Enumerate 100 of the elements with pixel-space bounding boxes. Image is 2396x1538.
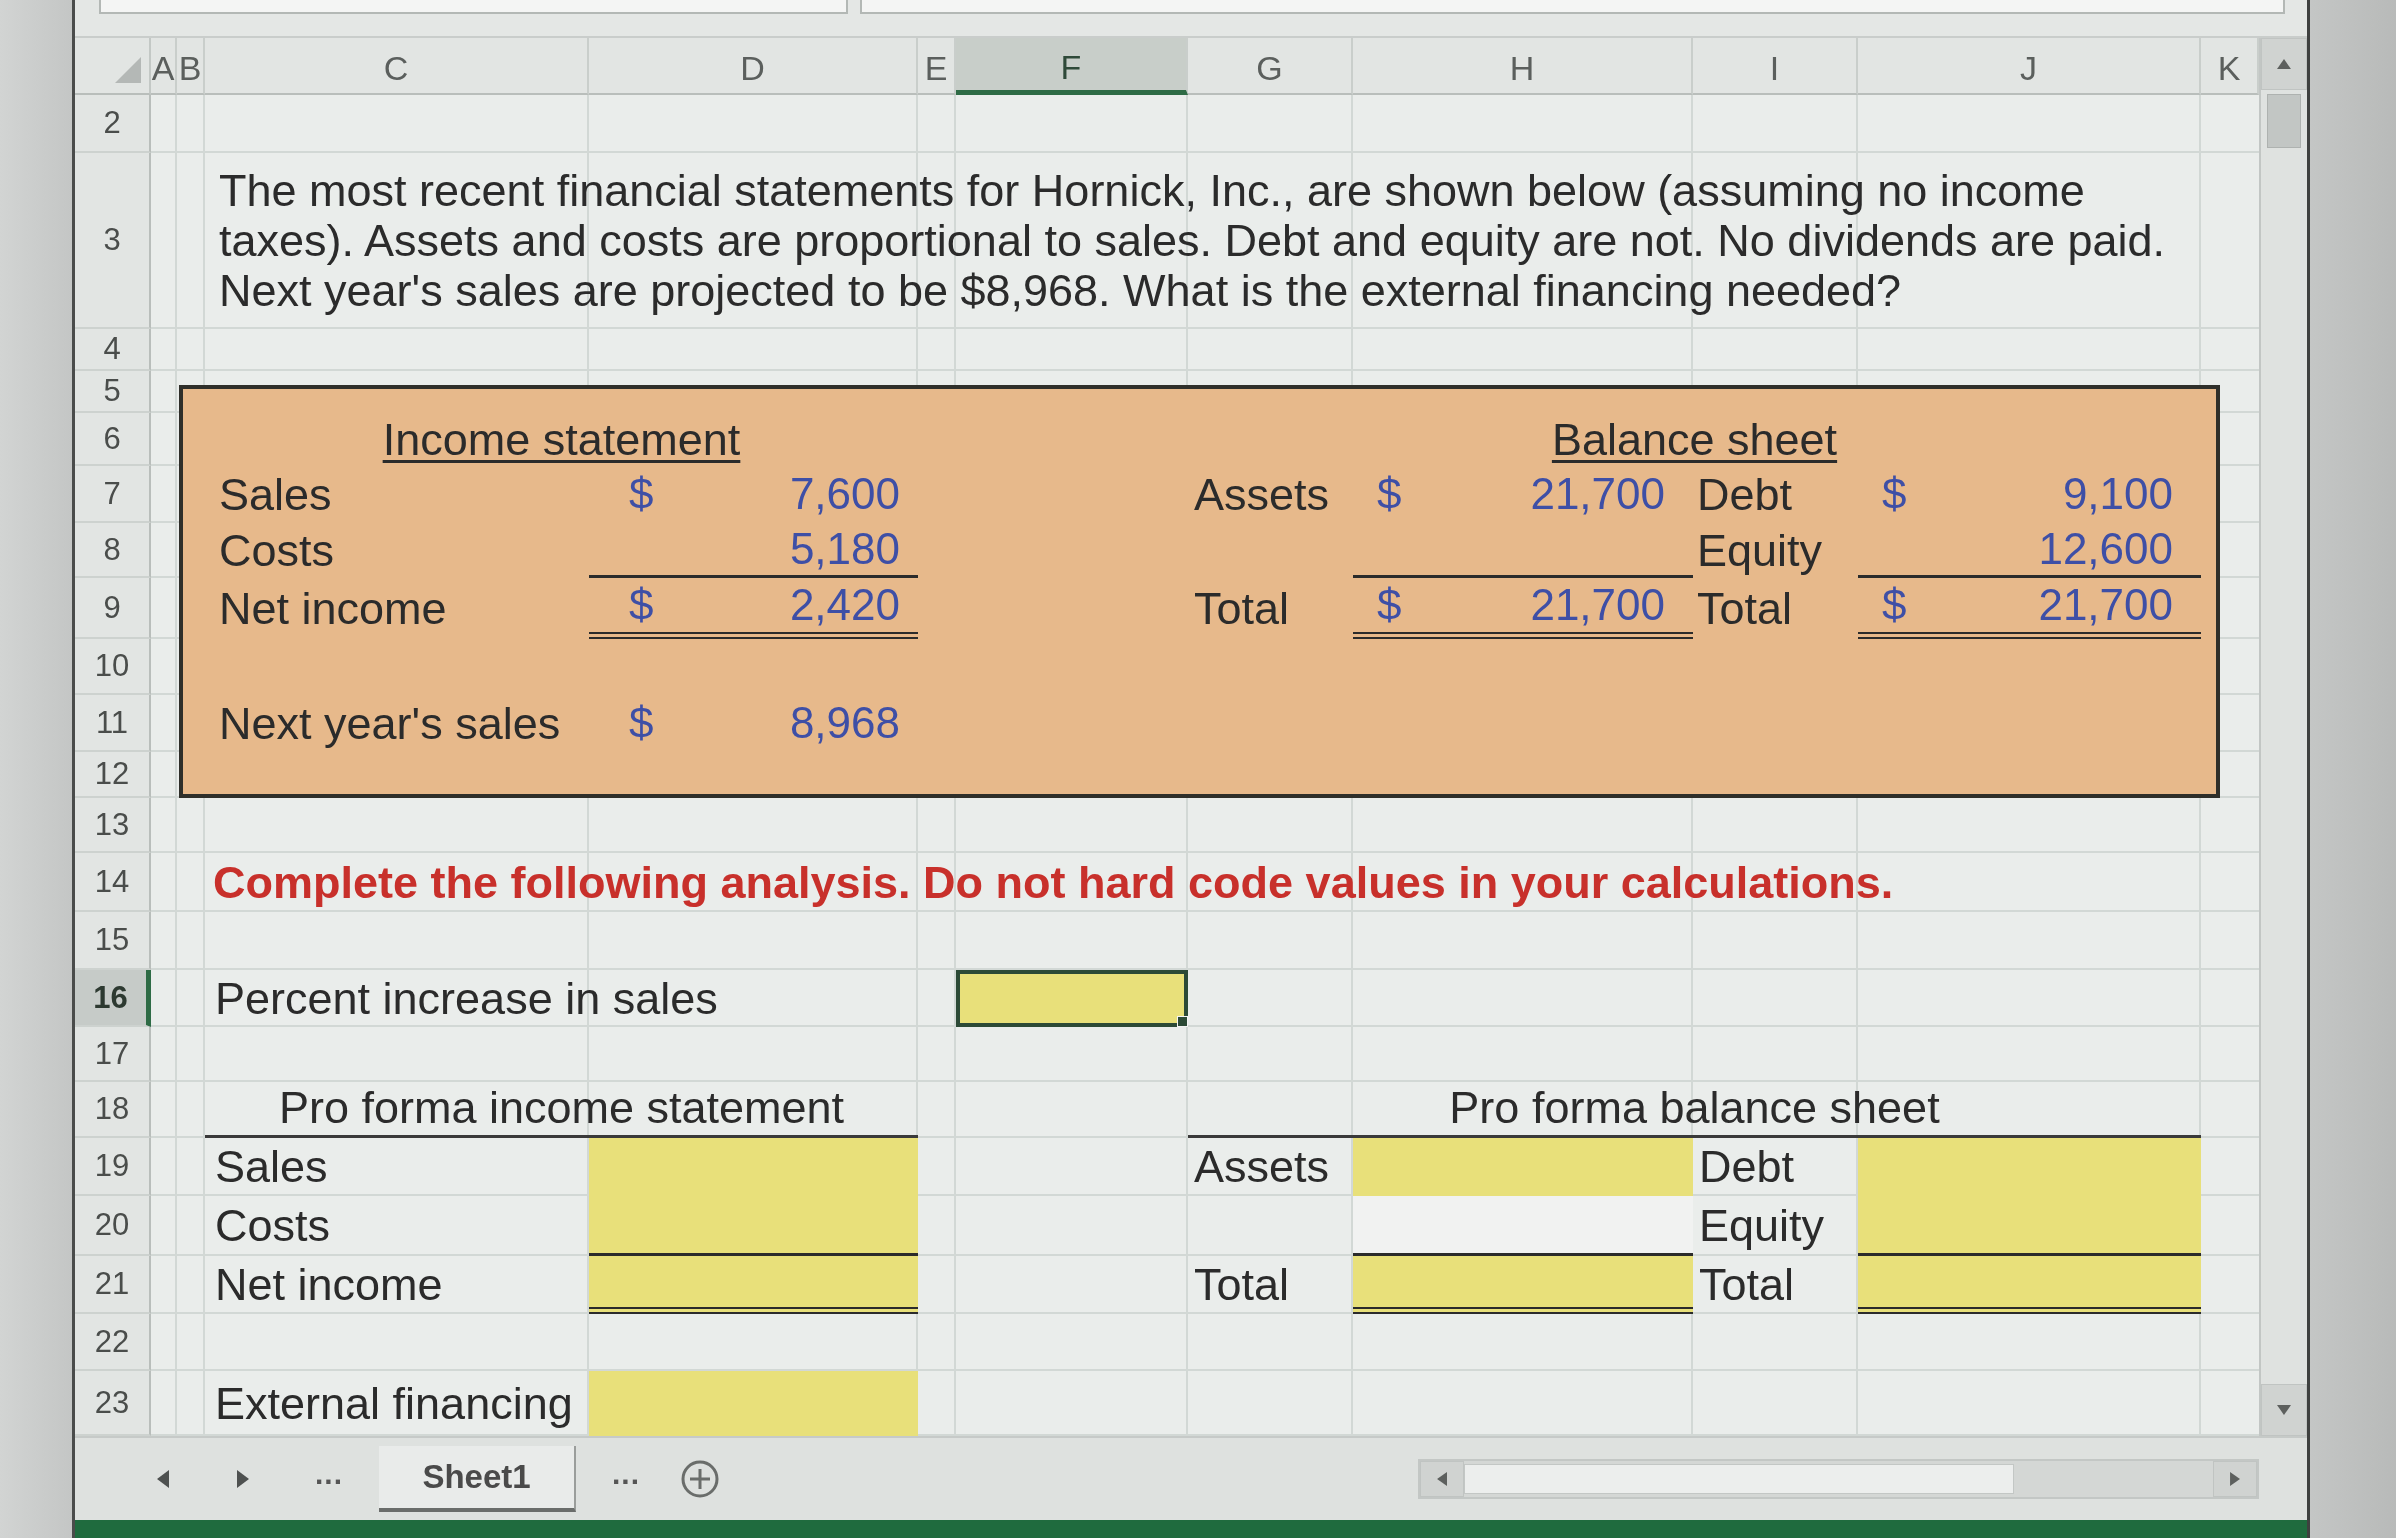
input-cell[interactable] [589,1196,918,1256]
input-cell[interactable] [589,1256,918,1314]
scroll-thumb[interactable] [2267,94,2301,148]
row-label: Percent increase in sales [215,972,718,1025]
row-header[interactable]: 13 [75,798,151,853]
row-label: Equity [1699,1200,1825,1252]
column-header[interactable]: E [918,38,956,95]
row-header[interactable]: 14 [75,853,151,912]
more-tabs-button[interactable]: ... [315,1457,343,1501]
row-header[interactable]: 12 [75,752,151,798]
column-header[interactable]: I [1693,38,1858,95]
amount-value: 5,180 [789,523,900,575]
horizontal-scrollbar[interactable] [1418,1459,2259,1499]
row-header[interactable]: 9 [75,578,151,639]
empty-cell[interactable] [1353,1196,1693,1256]
input-cell[interactable] [589,1138,918,1196]
column-header[interactable]: C [205,38,589,95]
scroll-thumb[interactable] [1464,1464,2014,1494]
input-cell[interactable] [589,1371,918,1436]
input-cell[interactable] [1353,1256,1693,1314]
caret-down-icon [2277,1404,2291,1416]
row-label: Net income [215,1259,443,1311]
amount-value: 9,100 [2062,469,2173,520]
caret-right-icon [2229,1472,2241,1486]
currency-symbol: $ [1882,469,1907,520]
caret-right-icon[interactable] [237,1470,249,1488]
column-header[interactable]: A [151,38,177,95]
row-header[interactable]: 11 [75,695,151,752]
column-header[interactable]: H [1353,38,1693,95]
column-header[interactable]: G [1188,38,1353,95]
row-header[interactable]: 19 [75,1138,151,1196]
row-label: Total [1194,582,1290,635]
currency-symbol: $ [629,469,654,520]
vertical-scrollbar[interactable] [2259,38,2307,1436]
row-header[interactable]: 3 [75,153,151,329]
row-header[interactable]: 18 [75,1082,151,1138]
row-label: Sales [219,468,332,521]
section-title: Balance sheet [1551,413,1838,466]
row-header[interactable]: 16 [75,970,151,1027]
row-label: Total [1194,1259,1290,1311]
row-header[interactable]: 20 [75,1196,151,1256]
instruction-text: Complete the following analysis. Do not hard code values in your calculations. [213,856,1894,909]
column-header[interactable]: B [177,38,205,95]
amount-value: 21,700 [1530,469,1665,520]
row-header[interactable]: 5 [75,371,151,413]
row-header[interactable]: 21 [75,1256,151,1314]
caret-left-icon[interactable] [157,1470,169,1488]
row-label: Assets [1194,1141,1330,1193]
plus-circle-icon[interactable] [680,1459,721,1499]
input-cell[interactable] [956,970,1188,1027]
row-header[interactable]: 7 [75,466,151,523]
currency-symbol: $ [1882,579,1907,631]
caret-up-icon [2277,58,2291,70]
currency-symbol: $ [1377,469,1402,520]
row-header[interactable]: 8 [75,523,151,578]
row-header[interactable]: 10 [75,639,151,695]
row-label: Total [1699,1259,1795,1311]
amount-value: 12,600 [2038,523,2173,575]
amount-value: 2,420 [789,579,900,631]
row-label: Assets [1194,468,1330,521]
scroll-right-button[interactable] [2213,1461,2257,1497]
column-header[interactable]: D [589,38,918,95]
row-label: Debt [1697,468,1793,521]
fill-handle-icon[interactable] [1177,1016,1188,1027]
row-label: Next year's sales [219,697,561,750]
amount-value: 21,700 [1530,579,1665,631]
row-header[interactable]: 15 [75,912,151,970]
input-cell[interactable] [1353,1138,1693,1196]
input-cell[interactable] [1858,1138,2201,1196]
scroll-up-button[interactable] [2261,38,2307,90]
row-header[interactable]: 2 [75,95,151,153]
problem-text: The most recent financial statements for Hornick, Inc., are shown below (assuming no income taxes). Assets and costs are proportional to sales. Debt and equity are not. No dividends are paid. Next year's sales are projected to be $8,968. What is the external financing needed? [218,166,2167,316]
row-label: Net income [219,582,447,635]
row-label: Equity [1697,524,1823,577]
row-header[interactable]: 23 [75,1371,151,1436]
column-header[interactable]: J [1858,38,2201,95]
row-header[interactable]: 4 [75,329,151,371]
scroll-left-button[interactable] [1420,1461,1464,1497]
corner-triangle-icon [115,57,141,83]
row-header[interactable]: 17 [75,1027,151,1082]
column-header[interactable]: K [2201,38,2259,95]
more-tabs-button[interactable]: ... [612,1457,641,1501]
input-cell[interactable] [1858,1196,2201,1256]
row-label: Total [1697,582,1793,635]
amount-value: 21,700 [2038,579,2173,631]
row-label: Sales [215,1141,328,1193]
input-cell[interactable] [1858,1256,2201,1314]
currency-symbol: $ [629,579,654,631]
column-header[interactable]: F [956,38,1188,95]
amount-value: 7,600 [789,469,900,520]
row-label: External financing [215,1377,573,1430]
caret-left-icon [1436,1472,1448,1486]
row-label: Costs [219,524,335,577]
sheet-tab[interactable]: Sheet1 [379,1446,576,1512]
currency-symbol: $ [1377,579,1402,631]
currency-symbol: $ [629,698,654,749]
scroll-down-button[interactable] [2261,1384,2307,1436]
row-label: Costs [215,1200,331,1252]
row-header[interactable]: 22 [75,1314,151,1371]
row-header[interactable]: 6 [75,413,151,466]
